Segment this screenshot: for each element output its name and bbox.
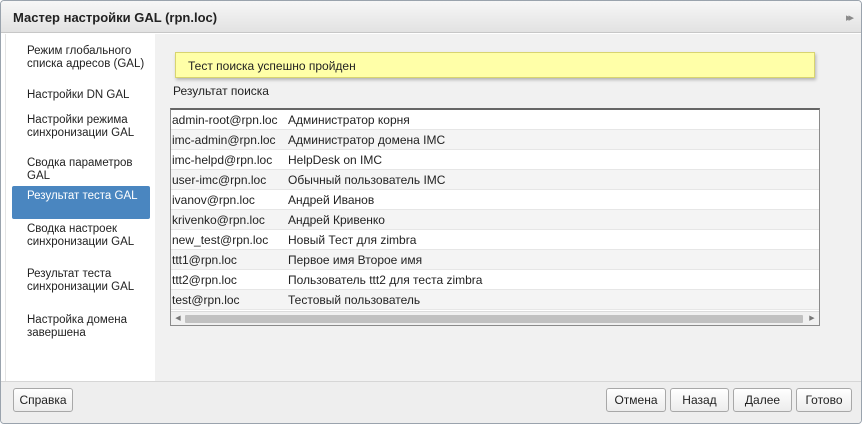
wizard-step-sync-summary[interactable]: Сводка настроек синхронизации GAL [12,219,150,265]
help-button[interactable]: Справка [13,388,73,412]
wizard-step-label: Настройки DN GAL [27,89,130,101]
result-name: Андрей Кривенко [288,213,385,227]
result-email: ivanov@rpn.loc [172,193,255,207]
dialog-footer: Справка Отмена Назад Далее Готово [1,381,861,423]
scroll-left-arrow-icon[interactable]: ◀ [172,313,184,325]
success-notice: Тест поиска успешно пройден [175,52,815,78]
result-email: ttt1@rpn.loc [172,253,237,267]
horizontal-scrollbar[interactable]: ◀ ▶ [171,311,819,325]
wizard-step-label: Сводка настроек синхронизации GAL [27,223,135,248]
result-name: Тестовый пользователь [288,293,421,307]
result-name: Администратор домена IMC [288,133,446,147]
list-item[interactable]: imc-helpd@rpn.loc HelpDesk on IMC [171,150,819,170]
result-name: Первое имя Второе имя [288,253,423,267]
result-name: Пользователь ttt2 для теста zimbra [288,273,483,287]
result-email: imc-admin@rpn.loc [172,133,276,147]
result-email: krivenko@rpn.loc [172,213,265,227]
wizard-step-label: Настройка домена завершена [27,314,127,339]
wizard-step-label: Сводка параметров GAL [27,157,133,182]
dialog-title: Мастер настройки GAL (rpn.loc) [13,10,218,25]
list-item[interactable]: ttt2@rpn.loc Пользователь ttt2 для теста… [171,270,819,290]
finish-button[interactable]: Готово [796,388,852,412]
list-item[interactable]: user-imc@rpn.loc Обычный пользователь IM… [171,170,819,190]
result-name: Новый Тест для zimbra [288,233,417,247]
list-item[interactable]: ttt1@rpn.loc Первое имя Второе имя [171,250,819,270]
result-email: admin-root@rpn.loc [172,113,278,127]
list-item[interactable]: krivenko@rpn.loc Андрей Кривенко [171,210,819,230]
result-name: Андрей Иванов [288,193,375,207]
list-item[interactable]: admin-root@rpn.loc Администратор корня [171,110,819,130]
wizard-step-gal-dn-settings[interactable]: Настройки DN GAL [12,88,150,110]
back-button[interactable]: Назад [670,388,729,412]
next-button[interactable]: Далее [733,388,792,412]
wizard-content: Тест поиска успешно пройден Результат по… [155,34,861,381]
result-email: new_test@rpn.loc [172,233,269,247]
result-email: user-imc@rpn.loc [172,173,267,187]
wizard-step-gal-mode[interactable]: Режим глобального списка адресов (GAL) [12,44,150,88]
scrollbar-thumb[interactable] [185,315,803,323]
result-email: ttt2@rpn.loc [172,273,237,287]
list-item[interactable]: new_test@rpn.loc Новый Тест для zimbra [171,230,819,250]
wizard-step-label: Настройки режима синхронизации GAL [27,114,135,139]
result-name: Администратор корня [288,113,410,127]
wizard-step-label: Результат теста GAL [27,190,138,202]
cancel-button[interactable]: Отмена [606,388,666,412]
result-email: imc-helpd@rpn.loc [172,153,273,167]
wizard-step-sync-test-result[interactable]: Результат теста синхронизации GAL [12,265,150,311]
list-item[interactable]: test@rpn.loc Тестовый пользователь [171,290,819,310]
wizard-step-sync-mode-settings[interactable]: Настройки режима синхронизации GAL [12,110,150,154]
search-result-heading: Результат поиска [173,84,269,98]
wizard-step-label: Результат теста синхронизации GAL [27,268,135,293]
dialog-titlebar[interactable]: Мастер настройки GAL (rpn.loc) ▸▸ [1,1,861,33]
gal-wizard-dialog: Мастер настройки GAL (rpn.loc) ▸▸ Режим … [0,0,862,424]
wizard-steps-sidebar: Режим глобального списка адресов (GAL) Н… [5,34,155,381]
list-item[interactable]: ivanov@rpn.loc Андрей Иванов [171,190,819,210]
list-item[interactable]: imc-admin@rpn.loc Администратор домена I… [171,130,819,150]
scroll-right-arrow-icon[interactable]: ▶ [806,313,818,325]
double-chevron-right-icon[interactable]: ▸▸ [846,11,854,24]
result-email: test@rpn.loc [172,293,240,307]
result-name: Обычный пользователь IMC [288,173,446,187]
result-name: HelpDesk on IMC [288,153,383,167]
search-results-list: admin-root@rpn.loc Администратор корня i… [170,108,820,326]
wizard-step-gal-test-result[interactable]: Результат теста GAL [12,186,150,219]
wizard-step-gal-summary[interactable]: Сводка параметров GAL [12,154,150,186]
wizard-step-label: Режим глобального списка адресов (GAL) [27,45,145,70]
wizard-step-domain-complete[interactable]: Настройка домена завершена [12,311,150,341]
